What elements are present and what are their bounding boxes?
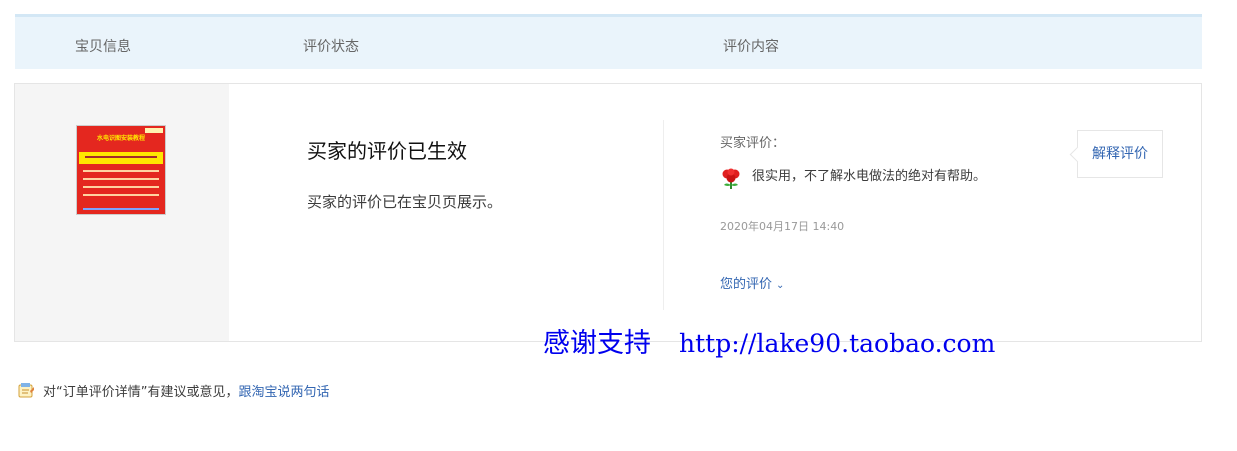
status-title: 买家的评价已生效 [307, 139, 467, 163]
header-review-status: 评价状态 [303, 39, 359, 55]
status-description: 买家的评价已在宝贝页展示。 [307, 193, 503, 211]
product-thumbnail[interactable]: 水电识图安装教程 [76, 125, 166, 215]
column-divider [663, 120, 664, 310]
feedback-link[interactable]: 跟淘宝说两句话 [238, 385, 329, 400]
feedback-line: 对“订单评价详情”有建议或意见，跟淘宝说两句话 [18, 381, 330, 400]
item-info-column: 水电识图安装教程 [15, 84, 229, 341]
flower-icon [722, 168, 740, 189]
feedback-prefix: 对“订单评价详情”有建议或意见， [43, 385, 239, 400]
header-review-content: 评价内容 [723, 39, 779, 55]
watermark-url: http://lake90.taobao.com [679, 329, 996, 358]
review-panel: 水电识图安装教程 买家的评价已生效 买家的评价已在宝贝页展示。 买家评价： 很实… [14, 83, 1202, 342]
explain-review-button[interactable]: 解释评价 [1077, 130, 1163, 178]
your-review-label: 您的评价 [720, 277, 773, 292]
table-header: 宝贝信息 评价状态 评价内容 [15, 14, 1202, 69]
header-item-info: 宝贝信息 [75, 39, 131, 55]
product-thumbnail-title: 水电识图安装教程 [96, 135, 145, 142]
chevron-down-icon: ⌄ [776, 280, 785, 291]
your-review-toggle[interactable]: 您的评价 ⌄ [720, 273, 784, 292]
buyer-review-label: 买家评价： [720, 136, 786, 151]
feedback-icon [18, 383, 34, 398]
watermark: 感谢支持 http://lake90.taobao.com [543, 321, 995, 360]
watermark-text: 感谢支持 [543, 328, 651, 359]
review-timestamp: 2020年04月17日 14:40 [720, 220, 845, 233]
buyer-review-text: 很实用，不了解水电做法的绝对有帮助。 [752, 169, 987, 184]
